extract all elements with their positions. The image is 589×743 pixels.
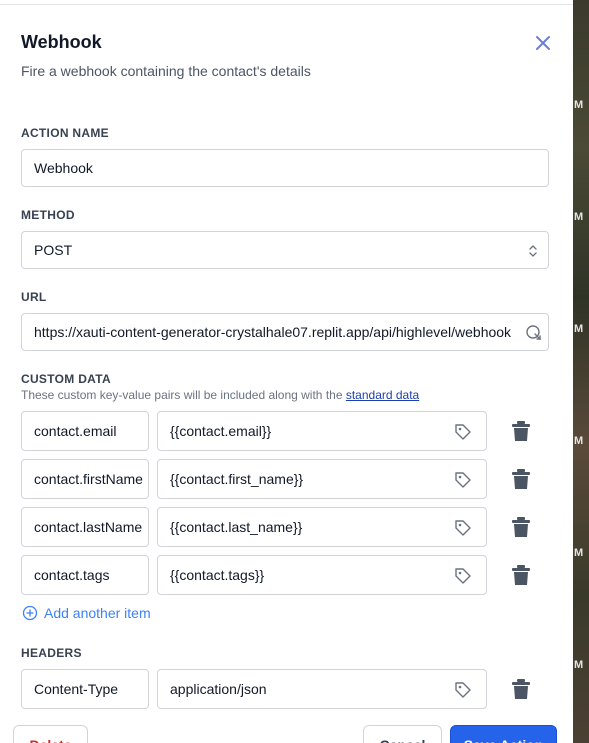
action-name-label: ACTION NAME bbox=[21, 126, 109, 140]
url-input[interactable]: https://xauti-content-generator-crystalh… bbox=[21, 313, 549, 351]
url-input-value: https://xauti-content-generator-crystalh… bbox=[34, 324, 512, 340]
header-value-input[interactable]: application/json bbox=[157, 669, 487, 709]
background-letter: M bbox=[574, 99, 584, 111]
background-letter: M bbox=[574, 323, 584, 335]
save-action-button[interactable]: Save Action bbox=[450, 725, 557, 743]
custom-data-value-text: {{contact.tags}} bbox=[170, 567, 265, 583]
drawer-title: Webhook bbox=[21, 32, 102, 52]
background-letter: M bbox=[574, 211, 584, 223]
close-icon[interactable] bbox=[533, 33, 553, 53]
add-item-button[interactable]: Add another item bbox=[22, 605, 151, 621]
header-key-input[interactable]: Content-Type bbox=[21, 669, 149, 709]
select-arrows-icon bbox=[529, 245, 537, 257]
add-item-label: Add another item bbox=[44, 605, 151, 621]
copy-icon[interactable] bbox=[524, 323, 544, 343]
custom-data-value-input[interactable]: {{contact.tags}} bbox=[157, 555, 487, 595]
trash-icon[interactable] bbox=[511, 516, 531, 538]
tag-icon[interactable] bbox=[454, 471, 472, 489]
background-letter: M bbox=[574, 435, 584, 447]
url-label: URL bbox=[21, 290, 47, 304]
tag-icon[interactable] bbox=[454, 519, 472, 537]
custom-data-value-text: {{contact.first_name}} bbox=[170, 471, 304, 487]
headers-label: HEADERS bbox=[21, 646, 82, 660]
custom-data-value-input[interactable]: {{contact.email}} bbox=[157, 411, 487, 451]
standard-data-link[interactable]: standard data bbox=[346, 388, 419, 402]
custom-data-value-input[interactable]: {{contact.last_name}} bbox=[157, 507, 487, 547]
trash-icon[interactable] bbox=[511, 678, 531, 700]
plus-circle-icon bbox=[22, 605, 38, 621]
drawer-subtitle: Fire a webhook containing the contact's … bbox=[21, 63, 311, 79]
cancel-button[interactable]: Cancel bbox=[363, 725, 442, 743]
tag-icon[interactable] bbox=[454, 567, 472, 585]
tag-icon[interactable] bbox=[454, 681, 472, 699]
custom-data-label: CUSTOM DATA bbox=[21, 372, 111, 386]
tag-icon[interactable] bbox=[454, 423, 472, 441]
custom-data-key-input[interactable]: contact.lastName bbox=[21, 507, 149, 547]
webhook-drawer: Webhook Fire a webhook containing the co… bbox=[0, 0, 573, 743]
background-image bbox=[573, 0, 589, 743]
method-select[interactable]: POST bbox=[21, 231, 549, 269]
method-select-value: POST bbox=[34, 242, 73, 258]
custom-data-helper: These custom key-value pairs will be inc… bbox=[21, 388, 419, 402]
custom-data-key-input[interactable]: contact.email bbox=[21, 411, 149, 451]
custom-data-value-input[interactable]: {{contact.first_name}} bbox=[157, 459, 487, 499]
custom-data-helper-text: These custom key-value pairs will be inc… bbox=[21, 388, 346, 402]
delete-button[interactable]: Delete bbox=[13, 725, 88, 743]
trash-icon[interactable] bbox=[511, 468, 531, 490]
trash-icon[interactable] bbox=[511, 420, 531, 442]
custom-data-value-text: {{contact.email}} bbox=[170, 423, 272, 439]
custom-data-key-input[interactable]: contact.firstName bbox=[21, 459, 149, 499]
trash-icon[interactable] bbox=[511, 564, 531, 586]
action-name-input[interactable]: Webhook bbox=[21, 149, 549, 187]
background-letter: M bbox=[574, 547, 584, 559]
custom-data-key-input[interactable]: contact.tags bbox=[21, 555, 149, 595]
divider bbox=[0, 4, 573, 5]
background-letter: M bbox=[574, 659, 584, 671]
method-label: METHOD bbox=[21, 208, 75, 222]
header-value-text: application/json bbox=[170, 681, 267, 697]
custom-data-value-text: {{contact.last_name}} bbox=[170, 519, 303, 535]
